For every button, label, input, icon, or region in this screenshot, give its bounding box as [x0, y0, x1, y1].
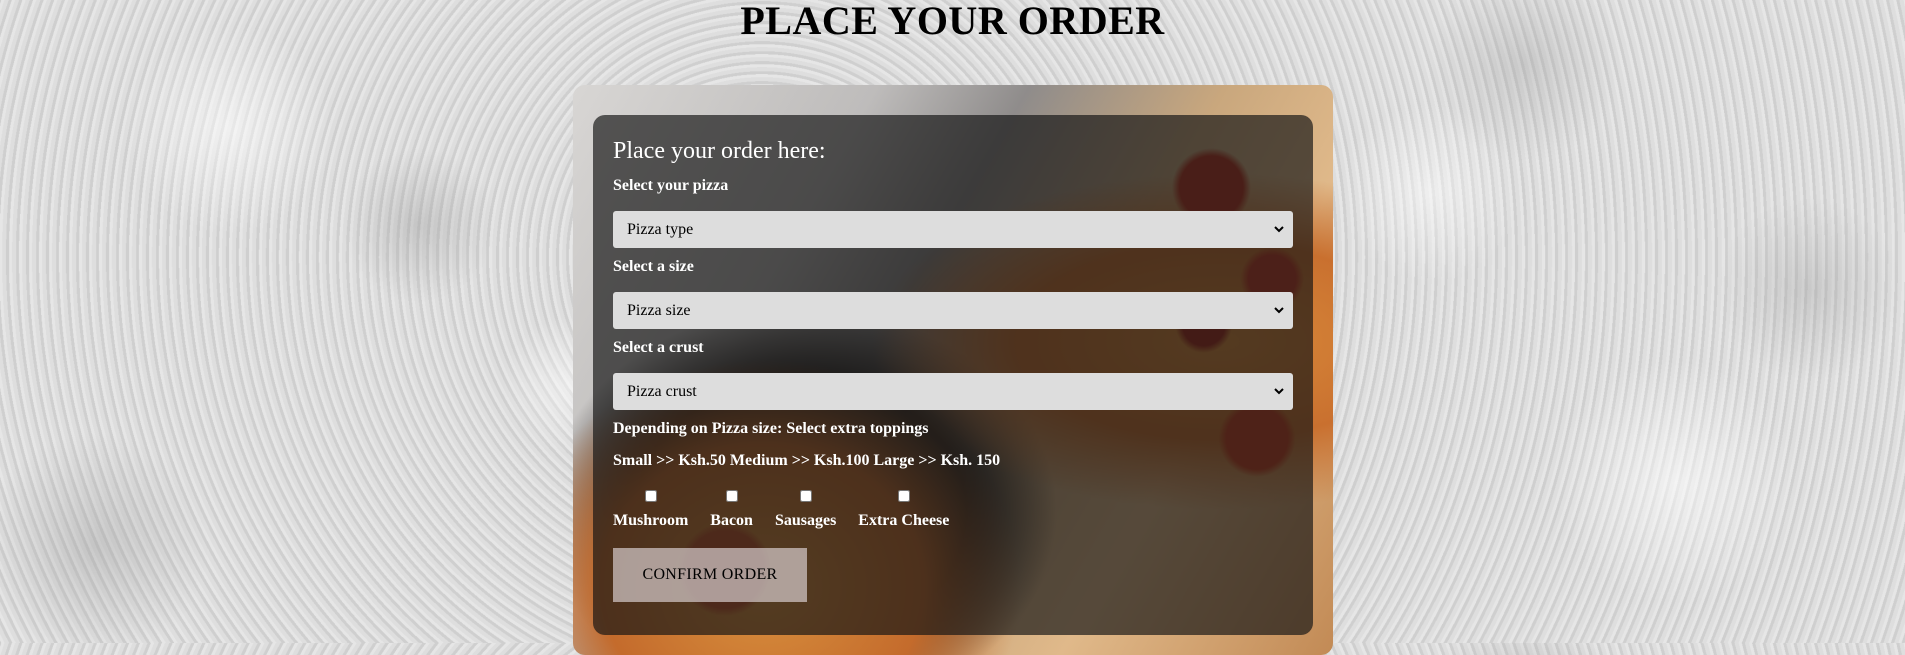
- topping-extra-cheese[interactable]: Extra Cheese: [858, 490, 949, 530]
- pizza-type-label: Select your pizza: [613, 177, 729, 194]
- topping-label: Extra Cheese: [858, 512, 950, 529]
- toppings-checkbox-group: Mushroom Bacon Sausages Extra Cheese: [613, 490, 1293, 530]
- pizza-size-label: Select a size: [613, 258, 694, 275]
- page-title: PLACE YOUR ORDER: [740, 0, 1165, 43]
- pizza-type-select[interactable]: Pizza type: [613, 211, 1293, 248]
- bacon-checkbox[interactable]: [725, 490, 738, 502]
- topping-label: Mushroom: [613, 512, 689, 529]
- pizza-crust-select-wrapper: Pizza crust: [613, 373, 1293, 410]
- mushroom-checkbox[interactable]: [644, 490, 657, 502]
- topping-sausages[interactable]: Sausages: [775, 490, 836, 530]
- toppings-prices: Small >> Ksh.50 Medium >> Ksh.100 Large …: [613, 452, 1001, 469]
- pizza-type-select-wrapper: Pizza type: [613, 211, 1293, 248]
- sausages-checkbox[interactable]: [799, 490, 812, 502]
- pizza-crust-select[interactable]: Pizza crust: [613, 373, 1293, 410]
- form-heading: Place your order here:: [613, 138, 826, 164]
- topping-bacon[interactable]: Bacon: [710, 490, 753, 530]
- pizza-size-select-wrapper: Pizza size: [613, 292, 1293, 329]
- confirm-order-button[interactable]: CONFIRM ORDER: [613, 548, 807, 602]
- topping-label: Sausages: [774, 512, 837, 529]
- topping-mushroom[interactable]: Mushroom: [613, 490, 688, 530]
- order-form: Place your order here: Select your pizza…: [593, 115, 1313, 635]
- pizza-crust-label: Select a crust: [613, 339, 704, 356]
- pizza-size-select[interactable]: Pizza size: [613, 292, 1293, 329]
- toppings-label: Depending on Pizza size: Select extra to…: [613, 420, 929, 437]
- extra-cheese-checkbox[interactable]: [897, 490, 910, 502]
- topping-label: Bacon: [710, 512, 753, 529]
